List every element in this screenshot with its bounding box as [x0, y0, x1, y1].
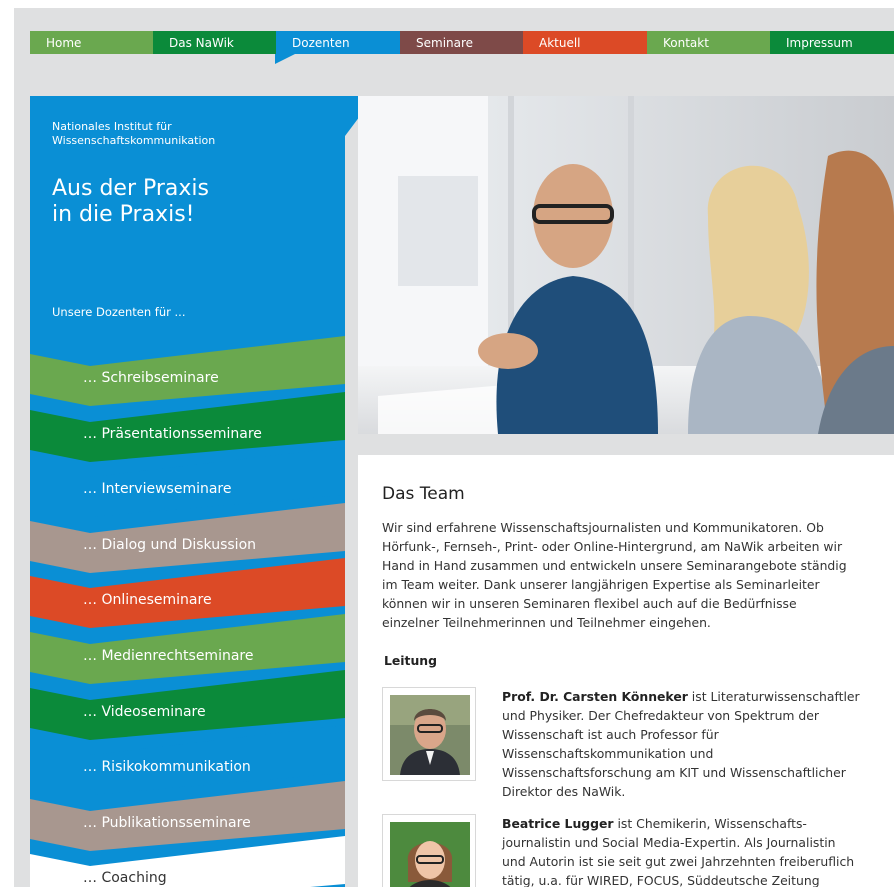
person-name: Prof. Dr. Carsten Könneker — [502, 689, 688, 704]
bio-line: Direktor des NaWik. — [502, 784, 626, 799]
bio-line: journalistin und Social Media-Expertin. … — [502, 835, 836, 850]
sidebar-menu-label: … Publikationsseminare — [83, 815, 251, 831]
portrait-photo — [390, 822, 470, 887]
intro-line: können wir in unseren Seminaren flexibel… — [382, 596, 797, 611]
bio-line: Wissenschaftsforschung am KIT und Wissen… — [502, 765, 846, 780]
bio-line: und Autorin ist sie seit gut zwei Jahrze… — [502, 854, 855, 869]
chevron-ribbon-shape — [30, 836, 345, 887]
team-photo — [358, 96, 894, 434]
portrait-frame — [382, 687, 476, 781]
bio-line: Wissenschaft ist auch Professor für — [502, 727, 719, 742]
bio-line: ist Chemikerin, Wissenschafts- — [613, 816, 807, 831]
intro-line: Hand in Hand zusammen und entwickeln uns… — [382, 558, 847, 573]
page: Home Das NaWik Dozenten Seminare Aktuell… — [0, 0, 894, 887]
bio-line: ist Literaturwissenschaftler — [687, 689, 860, 704]
sidebar-menu-label: … Präsentationsseminare — [83, 426, 262, 442]
sidebar-menu-label: … Schreibseminare — [83, 370, 219, 386]
section-heading: Leitung — [384, 653, 437, 668]
bio-text: Beatrice Lugger ist Chemikerin, Wissensc… — [502, 814, 872, 887]
bio-line: und Physiker. Der Chefredakteur von Spek… — [502, 708, 820, 723]
sidebar-menu-item[interactable]: … Coaching — [30, 836, 345, 887]
intro-line: einzelner Teilnehmerinnen und Teilnehmer… — [382, 615, 711, 630]
slogan-line2: in die Praxis! — [52, 202, 195, 227]
slogan-line1: Aus der Praxis — [52, 176, 209, 201]
org-name: Nationales Institut für Wissenschaftskom… — [52, 120, 215, 148]
intro-line: im Team weiter. Dank unserer langjährige… — [382, 577, 820, 592]
page-title: Das Team — [382, 484, 465, 504]
content-panel: Das Team Wir sind erfahrene Wissenschaft… — [358, 455, 894, 887]
sidebar-menu-label: … Medienrechtseminare — [83, 648, 254, 664]
intro-line: Hörfunk-, Fernseh-, Print- oder Online-H… — [382, 539, 843, 554]
sidebar-menu-label: … Dialog und Diskussion — [83, 537, 257, 553]
org-name-line1: Nationales Institut für — [52, 120, 172, 133]
slogan: Aus der Praxis in die Praxis! — [52, 176, 209, 228]
org-name-line2: Wissenschaftskommunikation — [52, 134, 216, 147]
bio-line: Wissenschaftskommunikation und — [502, 746, 714, 761]
portrait-frame — [382, 814, 476, 887]
hero-image — [358, 96, 894, 434]
portrait-photo — [390, 695, 470, 775]
sidebar-menu-label: … Risikokommunikation — [83, 759, 251, 775]
intro-line: Wir sind erfahrene Wissenschaftsjournali… — [382, 520, 824, 535]
bio-line: tätig, u.a. für WIRED, FOCUS, Süddeutsch… — [502, 873, 820, 887]
person-name: Beatrice Lugger — [502, 816, 614, 831]
bio-text: Prof. Dr. Carsten Könneker ist Literatur… — [502, 687, 872, 801]
sidebar-menu-label: … Interviewseminare — [83, 481, 232, 497]
sidebar-menu-label: … Videoseminare — [83, 704, 206, 720]
intro-text: Wir sind erfahrene Wissenschaftsjournali… — [382, 518, 872, 632]
sidebar-menu-label: … Onlineseminare — [83, 592, 212, 608]
sidebar-menu-label: … Coaching — [83, 870, 167, 886]
sidebar-intro: Unsere Dozenten für ... — [52, 305, 186, 319]
